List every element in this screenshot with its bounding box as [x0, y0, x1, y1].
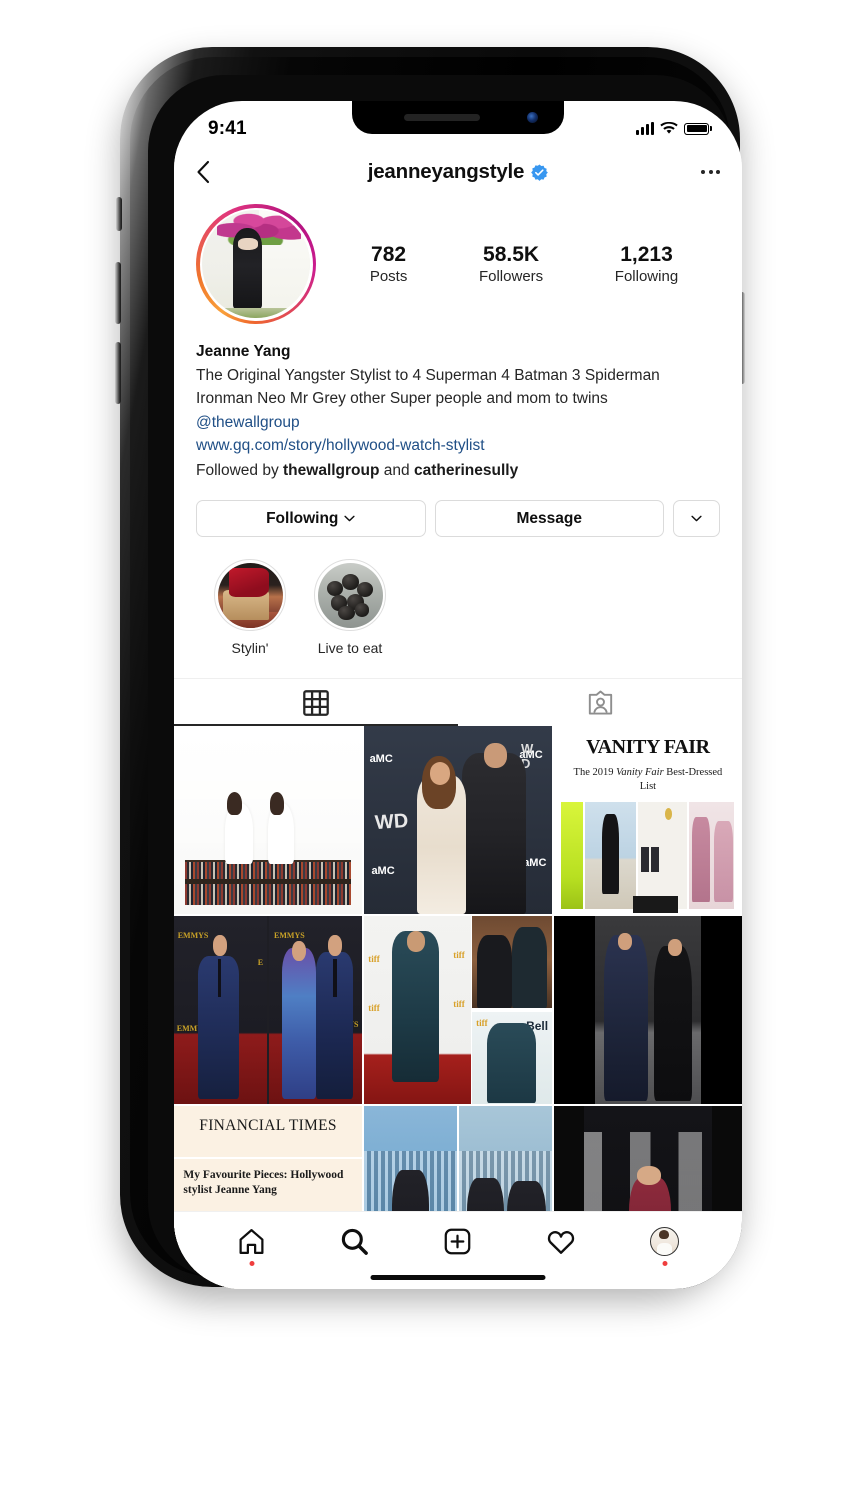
nav-create[interactable] — [443, 1227, 472, 1256]
phone-inner-bezel: 9:41 jeanneyangstyle 782 Posts 58.5K Fol… — [148, 75, 742, 1289]
message-button[interactable]: Message — [434, 500, 664, 538]
vf-sub-pre: The 2019 — [573, 766, 617, 778]
following-button-label: Following — [266, 509, 339, 527]
back-button[interactable] — [196, 160, 222, 184]
profile-bio: Jeanne Yang The Original Yangster Stylis… — [174, 324, 742, 482]
volume-down-button[interactable] — [115, 342, 121, 404]
highlight-cover-live-to-eat — [317, 562, 383, 628]
posts-label: Posts — [369, 268, 408, 286]
profile-stats: 782 Posts 58.5K Followers 1,213 Followin… — [316, 243, 720, 286]
avatar-inner-border — [199, 207, 313, 321]
tagged-person-icon — [588, 690, 612, 715]
heart-icon — [547, 1230, 575, 1254]
grid-post[interactable]: EMMYS E EMMYS EMMYS EMMYS — [174, 916, 363, 1105]
home-indicator[interactable] — [370, 1274, 546, 1280]
highlight-ring — [314, 559, 386, 632]
posts-grid: aMC aMC aMC aMC WD W D VANITY FAIR The 2019 … — [174, 726, 742, 1289]
financial-times-title: FINANCIAL TIMES — [199, 1117, 337, 1135]
front-camera-icon — [527, 112, 538, 123]
grid-icon — [303, 689, 329, 716]
profile-header: jeanneyangstyle — [174, 146, 742, 198]
highlight-ring — [214, 559, 286, 632]
nav-search[interactable] — [340, 1227, 369, 1256]
vf-sub-italic: Vanity Fair — [616, 766, 664, 778]
tab-tagged[interactable] — [458, 679, 742, 726]
instagram-app: jeanneyangstyle 782 Posts 58.5K Follower… — [174, 146, 742, 1289]
grid-post[interactable]: aMC aMC aMC aMC WD W D — [363, 726, 553, 915]
more-options-icon[interactable] — [701, 170, 720, 174]
profile-tabs — [174, 678, 742, 727]
message-button-label: Message — [516, 509, 582, 527]
profile-summary-row: 782 Posts 58.5K Followers 1,213 Followin… — [174, 198, 742, 324]
battery-full-icon — [684, 122, 712, 135]
avatar-image — [202, 210, 310, 318]
bio-mention-link[interactable]: @thewallgroup — [196, 411, 720, 435]
search-icon — [341, 1228, 368, 1255]
profile-badge — [662, 1261, 667, 1266]
volume-up-button[interactable] — [115, 262, 121, 324]
nav-activity[interactable] — [546, 1227, 576, 1257]
highlight-label: Live to eat — [317, 640, 383, 657]
highlight-live-to-eat[interactable]: Live to eat — [314, 559, 386, 656]
followed-by-joiner: and — [379, 461, 414, 479]
followed-by-prefix: Followed by — [196, 461, 284, 479]
chevron-down-icon — [691, 515, 702, 522]
display-name: Jeanne Yang — [196, 343, 291, 360]
vanity-fair-title: VANITY FAIR — [586, 735, 710, 758]
financial-times-headline: My Favourite Pieces: Hollywood stylist J… — [183, 1169, 344, 1197]
stat-followers[interactable]: 58.5K Followers — [479, 243, 543, 286]
followers-count: 58.5K — [483, 242, 540, 266]
highlight-stylin[interactable]: Stylin' — [214, 559, 286, 656]
following-label: Following — [614, 268, 679, 286]
phone-bezel: 9:41 jeanneyangstyle 782 Posts 58.5K Fol… — [130, 57, 742, 1289]
bio-line-2: Ironman Neo Mr Grey other Super people a… — [196, 390, 608, 408]
stat-posts[interactable]: 782 Posts — [370, 243, 408, 286]
status-time: 9:41 — [208, 117, 247, 139]
followers-label: Followers — [478, 268, 544, 286]
profile-username: jeanneyangstyle — [367, 160, 525, 183]
chevron-left-icon — [197, 160, 210, 184]
grid-post[interactable] — [174, 726, 363, 915]
following-button[interactable]: Following — [196, 500, 426, 538]
chevron-down-icon — [344, 515, 356, 522]
profile-avatar-icon — [650, 1227, 679, 1256]
grid-post[interactable] — [553, 916, 742, 1105]
add-post-icon — [444, 1228, 471, 1255]
phone-screen: 9:41 jeanneyangstyle 782 Posts 58.5K Fol… — [174, 101, 742, 1289]
followed-by-text: Followed by thewallgroup and catherinesu… — [196, 459, 720, 483]
header-title-group: jeanneyangstyle — [174, 160, 742, 184]
vanity-fair-subtitle: The 2019 Vanity Fair Best-Dressed List — [569, 766, 727, 794]
wifi-icon — [660, 122, 678, 134]
nav-home[interactable] — [237, 1227, 266, 1266]
grid-post[interactable]: VANITY FAIR The 2019 Vanity Fair Best-Dr… — [553, 726, 742, 915]
signal-bars-icon — [636, 122, 654, 135]
bio-line-1: The Original Yangster Stylist to 4 Super… — [196, 366, 660, 384]
profile-action-buttons: Following Message — [174, 482, 742, 538]
following-count: 1,213 — [620, 242, 673, 266]
story-highlights: Stylin' Live to eat — [174, 537, 742, 656]
nav-profile[interactable] — [650, 1227, 679, 1266]
earpiece-speaker — [404, 114, 480, 121]
notch — [352, 101, 564, 134]
posts-count: 782 — [371, 242, 407, 266]
home-badge — [249, 1261, 254, 1266]
tab-grid[interactable] — [174, 679, 458, 727]
grid-post[interactable]: tiff tiff tiff tiff tiff Bell — [363, 916, 553, 1105]
phone-frame: 9:41 jeanneyangstyle 782 Posts 58.5K Fol… — [115, 47, 745, 1289]
highlight-label: Stylin' — [231, 640, 269, 657]
verified-badge-icon — [531, 163, 549, 181]
followed-by-user-2[interactable]: catherinesully — [414, 462, 518, 479]
silent-switch[interactable] — [116, 197, 122, 231]
status-indicators — [636, 122, 712, 135]
stat-following[interactable]: 1,213 Following — [615, 243, 678, 286]
more-actions-dropdown-button[interactable] — [673, 500, 720, 538]
bio-website-link[interactable]: www.gq.com/story/hollywood-watch-stylist — [196, 434, 720, 458]
profile-avatar[interactable] — [196, 204, 316, 324]
highlight-cover-stylin — [217, 562, 283, 628]
home-icon — [239, 1229, 264, 1254]
followed-by-user-1[interactable]: thewallgroup — [283, 462, 379, 479]
